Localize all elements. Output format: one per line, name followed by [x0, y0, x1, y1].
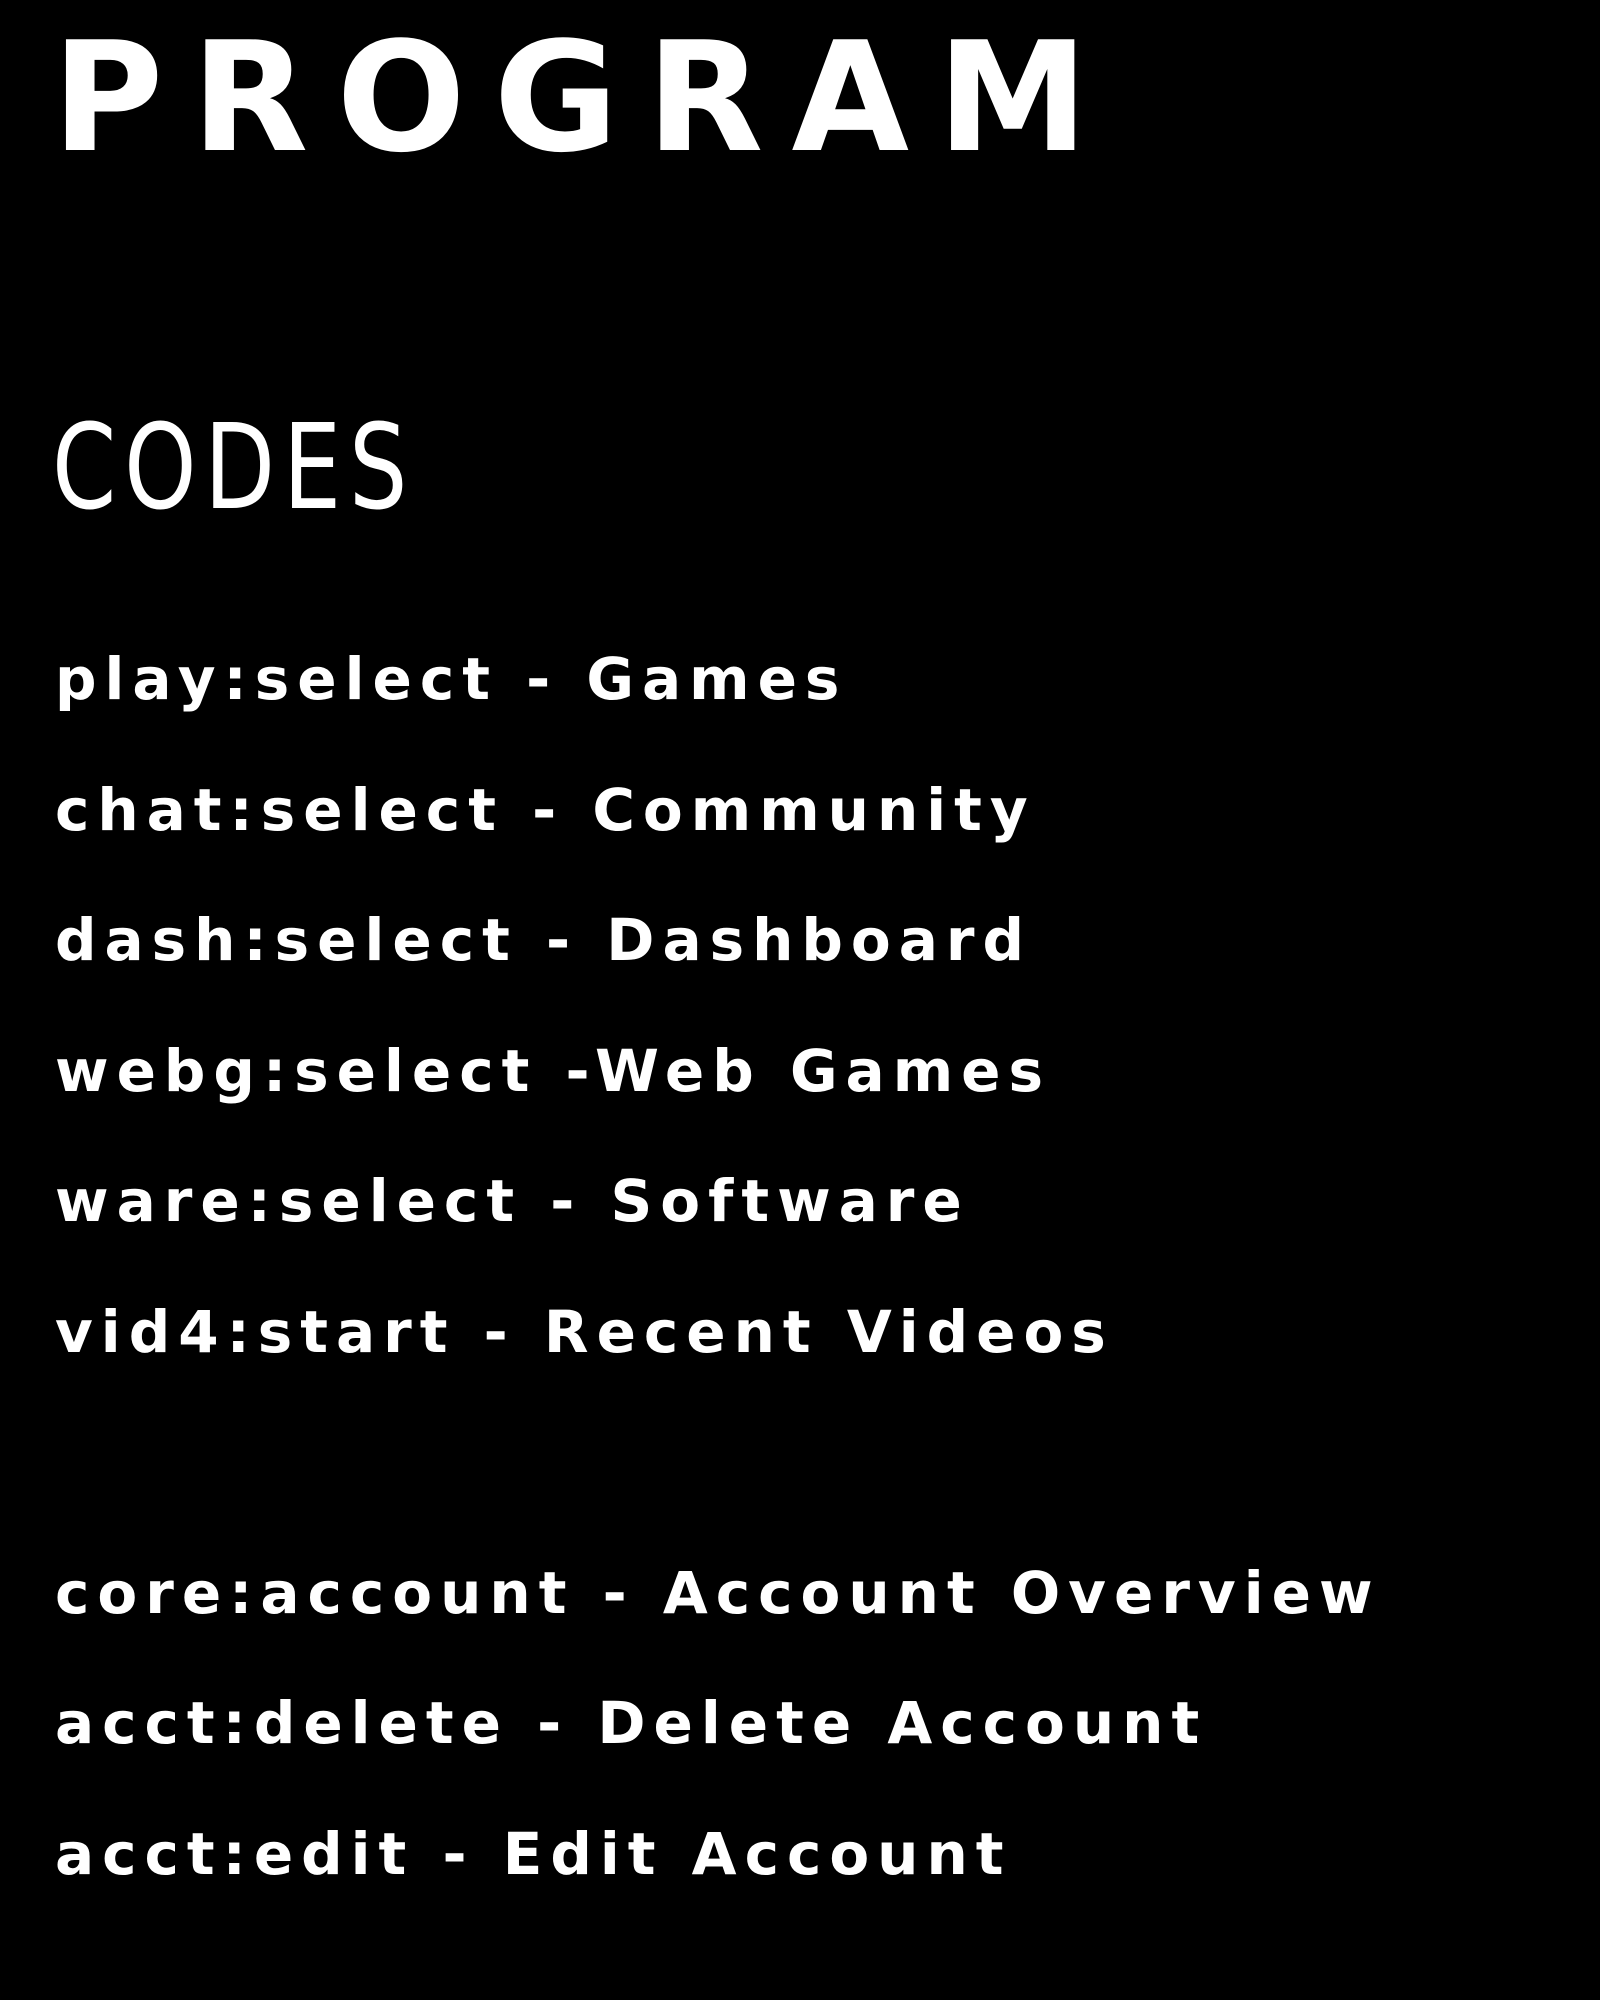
code-item-recent-videos: vid4:start - Recent Videos — [55, 1298, 1114, 1366]
code-item-web-games: webg:select -Web Games — [55, 1037, 1051, 1105]
page-title: PROGRAM — [52, 9, 1117, 186]
code-item-community: chat:select - Community — [55, 776, 1036, 844]
code-item-edit-account: acct:edit - Edit Account — [55, 1820, 1012, 1888]
code-item-games: play:select - Games — [55, 645, 848, 713]
code-item-software: ware:select - Software — [55, 1167, 970, 1235]
code-item-delete-account: acct:delete - Delete Account — [55, 1689, 1208, 1757]
code-item-account-overview: core:account - Account Overview — [55, 1559, 1381, 1627]
page-subtitle: CODES — [52, 398, 416, 536]
code-item-dashboard: dash:select - Dashboard — [55, 906, 1033, 974]
